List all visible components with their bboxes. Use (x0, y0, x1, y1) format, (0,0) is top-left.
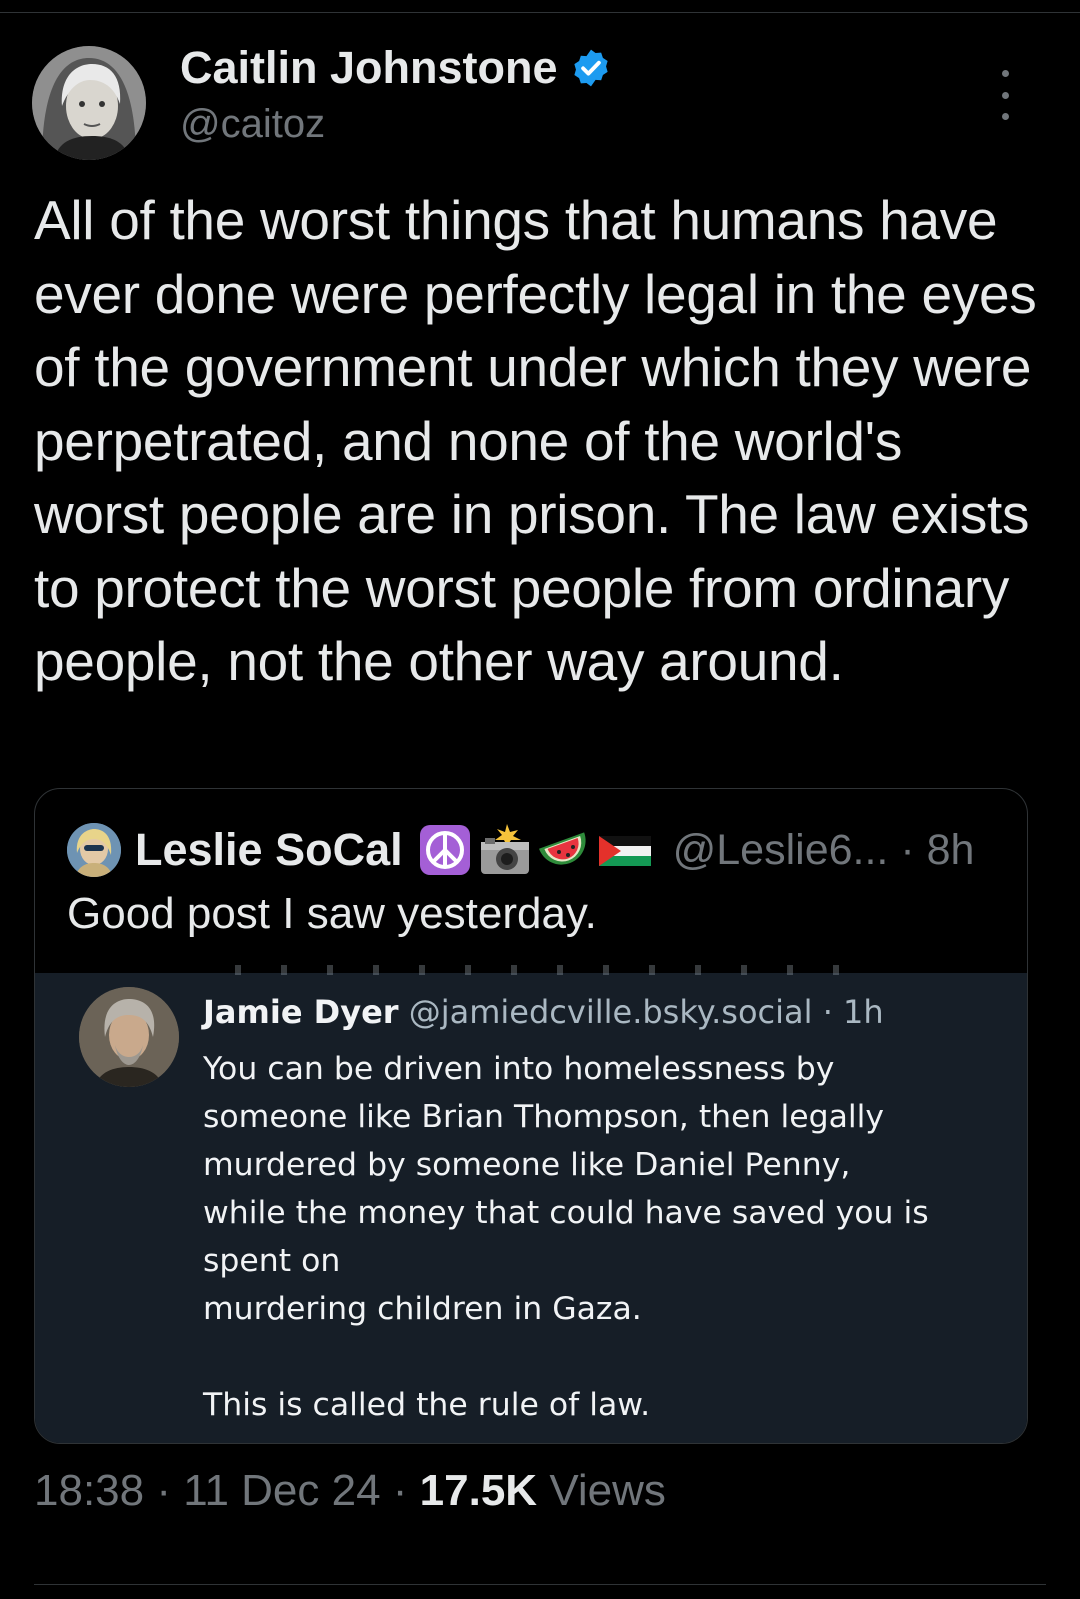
embedded-time: 1h (843, 993, 884, 1031)
watermelon-icon (537, 822, 593, 878)
quoted-meta: @Leslie6... · 8h (673, 826, 975, 875)
verified-badge-icon (570, 47, 612, 89)
quoted-author-avatar[interactable] (67, 823, 121, 877)
embedded-line: spent on (203, 1243, 341, 1279)
embedded-blank-line (203, 1333, 1003, 1381)
quoted-author-name[interactable]: Leslie SoCal (135, 824, 403, 876)
embedded-author-avatar (79, 987, 179, 1087)
quoted-tweet-header: Leslie SoCal @Leslie6... · 8h (67, 819, 974, 881)
quoted-author-emojis (417, 822, 653, 878)
quoted-tweet-card[interactable]: Leslie SoCal @Leslie6... · 8h Good post … (34, 788, 1028, 1444)
views-label: Views (549, 1466, 666, 1515)
embedded-line: This is called the rule of law. (203, 1387, 651, 1423)
top-divider (0, 12, 1080, 13)
tweet-time[interactable]: 18:38 (34, 1466, 144, 1515)
embedded-line: You can be driven into homelessness by (203, 1051, 835, 1087)
author-name-text[interactable]: Caitlin Johnstone (180, 42, 558, 94)
quoted-time[interactable]: 8h (927, 826, 975, 874)
footer-separator: · (156, 1466, 171, 1515)
embedded-line: while the money that could have saved yo… (203, 1195, 929, 1231)
camera-with-flash-icon (477, 822, 533, 878)
views-count: 17.5K (419, 1466, 538, 1515)
peace-symbol-icon (417, 822, 473, 878)
tweet-text: All of the worst things that humans have… (34, 189, 1037, 692)
tweet-date[interactable]: 11 Dec 24 (183, 1466, 380, 1515)
author-avatar[interactable] (32, 46, 146, 160)
embedded-author-handle: @jamiedcville.bsky.social (408, 993, 813, 1031)
embedded-line: murdering children in Gaza. (203, 1291, 642, 1327)
quoted-tweet-text: Good post I saw yesterday. (67, 889, 597, 938)
palestine-flag-icon (597, 822, 653, 878)
embedded-line: someone like Brian Thompson, then legall… (203, 1099, 885, 1135)
bottom-divider (34, 1584, 1046, 1585)
embedded-screenshot[interactable]: Jamie Dyer @jamiedcville.bsky.social · 1… (35, 965, 1027, 1443)
more-options-icon[interactable] (990, 70, 1020, 120)
embedded-post-body: You can be driven into homelessness by s… (203, 1045, 1003, 1429)
footer-separator: · (392, 1466, 408, 1515)
author-handle[interactable]: @caitoz (180, 102, 325, 147)
author-name[interactable]: Caitlin Johnstone (180, 42, 612, 94)
tweet-footer: 18:38 · 11 Dec 24 · 17.5K Views (34, 1466, 666, 1516)
quoted-author-handle[interactable]: @Leslie6... (673, 826, 889, 874)
embedded-author-name: Jamie Dyer (203, 993, 399, 1031)
quoted-separator: · (900, 825, 915, 874)
embedded-line: murdered by someone like Daniel Penny, (203, 1147, 851, 1183)
embedded-post-header: Jamie Dyer @jamiedcville.bsky.social · 1… (203, 993, 884, 1031)
cropped-text-remnant (235, 965, 855, 975)
embedded-separator: · (822, 993, 833, 1031)
